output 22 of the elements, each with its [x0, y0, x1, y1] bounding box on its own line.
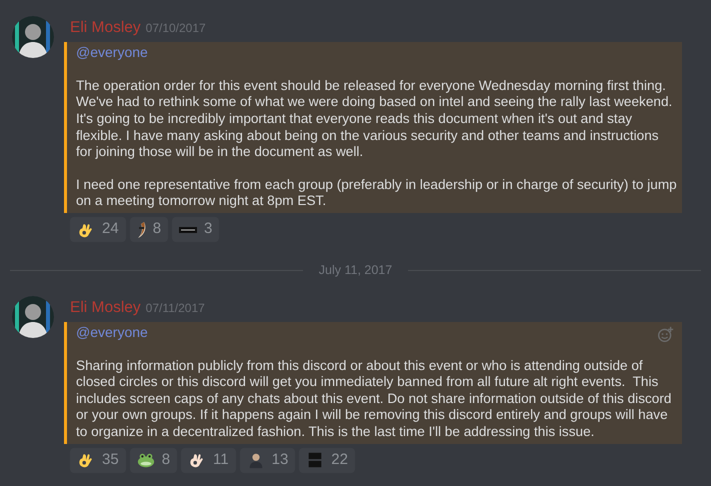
- person-icon: [246, 451, 265, 470]
- message-text: The operation order for this event should be released for everyone Wednesday morning first thing. We've had to rethink some of what we were doing based on intel and seeing the rally last weekend. It's going to be incredibly important that everyone reads this document when it's out and stay flexible. I have many asking about being on the various security and other teams and instructions for joining those will be in the document as well.: [76, 78, 674, 161]
- reaction-button[interactable]: 8: [130, 448, 178, 473]
- message-text: I need one representative from each group (preferably in leadership or in charge of security) to jump on a meeting tomorrow night at 8pm EST.: [76, 176, 678, 210]
- reaction-button[interactable]: 22: [299, 448, 355, 473]
- avatar: [12, 296, 54, 338]
- frog-icon: [136, 451, 155, 470]
- avatar: [12, 16, 54, 58]
- reaction-button[interactable]: 11: [181, 448, 236, 473]
- tag-icon: [179, 226, 198, 232]
- date-divider: July 11, 2017: [318, 262, 392, 279]
- add-reaction-icon[interactable]: [657, 326, 674, 343]
- sign-icon: [306, 451, 324, 470]
- reaction-button[interactable]: 24: [70, 217, 126, 242]
- reaction-button[interactable]: 13: [240, 448, 296, 473]
- author-name: Eli Mosley: [70, 298, 141, 318]
- blade-icon: [136, 220, 146, 238]
- reaction-button[interactable]: 8: [130, 217, 168, 242]
- message-text: Sharing information publicly from this discord or about this event or who is attending outside of closed circles or this discord will get you immediately banned from all future alt right events. This includes screen caps of any chats about this event. Do not share information outside of this discord or your own groups. If it happens again I will be removing this discord entirely and groups will have to organize in a decentralized fashion. This is the last time I'll be addressing this issue.: [76, 358, 672, 441]
- author-name: Eli Mosley: [70, 18, 141, 38]
- reaction-button[interactable]: 35: [70, 448, 126, 473]
- reaction-button[interactable]: 3: [172, 217, 220, 242]
